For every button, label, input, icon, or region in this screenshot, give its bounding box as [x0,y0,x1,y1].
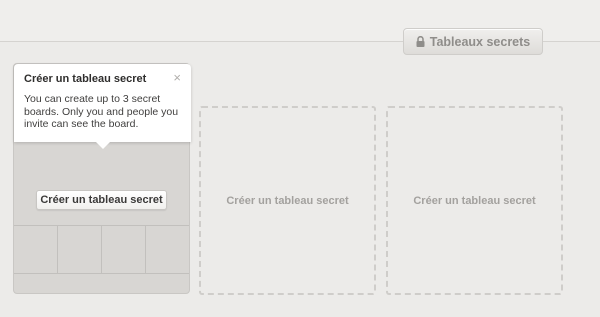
thumbnail-slot [146,226,189,273]
secret-boards-label: Tableaux secrets [429,34,531,49]
thumbnail-slot [14,226,58,273]
placeholder-label: Créer un tableau secret [413,194,536,207]
tooltip-body: You can create up to 3 secret boards. On… [24,93,179,130]
secret-boards-button[interactable]: Tableaux secrets [403,28,543,55]
tooltip-title: Créer un tableau secret [24,73,147,85]
board-thumbnail-grid [14,225,189,274]
secret-board-card: Créer un tableau secret You can create u… [13,63,191,294]
placeholder-label: Créer un tableau secret [226,194,349,207]
create-secret-board-placeholder[interactable]: Créer un tableau secret [386,106,563,295]
lock-icon [416,36,425,47]
create-secret-board-tooltip: Créer un tableau secret You can create u… [14,64,191,149]
create-secret-board-button[interactable]: Créer un tableau secret [36,190,167,210]
thumbnail-slot [102,226,146,273]
thumbnail-slot [58,226,102,273]
create-secret-board-placeholder[interactable]: Créer un tableau secret [199,106,376,295]
close-icon[interactable]: × [173,70,181,85]
